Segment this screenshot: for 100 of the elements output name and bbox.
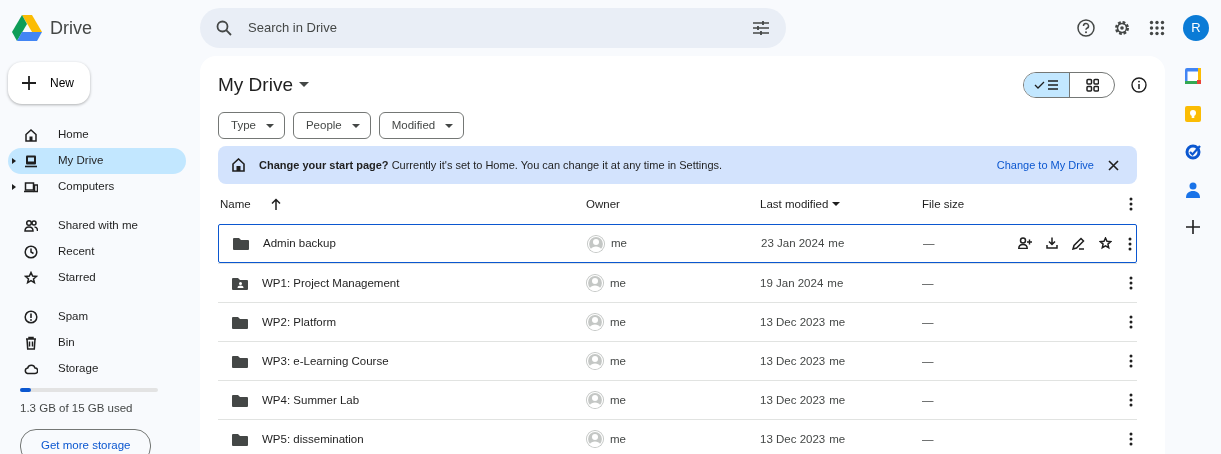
filter-dropdown[interactable]: People <box>292 112 371 140</box>
sidebar-item[interactable]: Bin <box>8 330 186 356</box>
modified-date: 13 Dec 2023 <box>760 314 826 330</box>
folder-icon <box>232 432 248 446</box>
page-title[interactable]: My Drive <box>218 70 293 100</box>
file-name: WP2: Platform <box>262 314 337 330</box>
banner-message: Change your start page? Currently it's set to Home. You can change it at any time in Settings. <box>259 158 723 173</box>
folder-icon <box>232 393 248 407</box>
file-name: WP1: Project Management <box>262 275 400 291</box>
file-size: — <box>922 432 934 445</box>
owner-name: me <box>610 275 626 291</box>
more-options-icon[interactable] <box>1129 354 1133 369</box>
filter-dropdown[interactable]: Type <box>218 112 285 140</box>
modified-by: me <box>829 392 846 408</box>
file-row[interactable]: WP2: Platform me 13 Dec 2023 me — <box>218 302 1137 342</box>
list-view-toggle[interactable] <box>1024 73 1069 97</box>
change-link[interactable]: Change to My Drive <box>996 157 1094 174</box>
file-row[interactable]: WP1: Project Management me 19 Jan 2024 me — <box>218 263 1137 303</box>
caret-icon[interactable] <box>265 123 274 128</box>
person-icon[interactable] <box>1186 182 1200 198</box>
sidebar-item[interactable]: Shared with me <box>8 213 186 239</box>
storage-usage: 1.3 GB of 15 GB used <box>19 401 134 416</box>
search-bar[interactable]: Search in Drive <box>200 8 786 48</box>
more-options-icon[interactable] <box>1129 315 1133 330</box>
pencil-icon[interactable] <box>1072 237 1085 251</box>
calendar-icon[interactable] <box>1185 68 1201 84</box>
column-header[interactable]: Owner <box>586 195 620 213</box>
user-avatar-icon <box>586 313 604 332</box>
folder-icon <box>232 354 248 368</box>
sidebar-item[interactable]: Spam <box>8 304 186 330</box>
computer-icon <box>24 180 38 194</box>
trash-icon <box>24 336 38 350</box>
download-icon[interactable] <box>1046 237 1058 250</box>
sidebar-item[interactable]: My Drive <box>8 148 186 174</box>
star-icon[interactable] <box>1099 237 1112 251</box>
more-options-icon[interactable] <box>1129 276 1133 291</box>
file-row[interactable]: WP5: dissemination me 13 Dec 2023 me — <box>218 419 1137 454</box>
file-size: — <box>922 315 934 328</box>
more-options-icon[interactable] <box>1129 197 1133 212</box>
modified-date: 13 Dec 2023 <box>760 353 826 369</box>
modified-by: me <box>827 275 844 291</box>
filter-sliders-icon[interactable] <box>752 20 770 36</box>
column-header[interactable]: File size <box>922 195 965 213</box>
file-size: — <box>922 393 934 406</box>
sort-up-arrow-icon[interactable] <box>270 198 281 211</box>
more-options-icon[interactable] <box>1128 236 1132 251</box>
sort-caret-icon[interactable] <box>832 202 841 207</box>
sidebar-item[interactable]: Home <box>8 122 186 148</box>
column-header[interactable]: Last modified <box>760 195 829 213</box>
more-options-icon[interactable] <box>1129 432 1133 447</box>
close-icon[interactable] <box>1108 159 1119 171</box>
check-list-icon[interactable] <box>1033 78 1060 92</box>
expand-arrow-icon[interactable] <box>12 158 16 165</box>
plus-icon[interactable] <box>22 76 36 90</box>
app-title: Drive <box>50 16 92 40</box>
sidebar-item[interactable]: Computers <box>8 174 186 200</box>
settings-icon[interactable] <box>1113 19 1131 37</box>
file-name: WP5: dissemination <box>262 431 364 447</box>
user-avatar-icon <box>587 234 605 253</box>
caret-icon[interactable] <box>445 123 454 128</box>
search-field[interactable]: Search in Drive <box>246 17 738 39</box>
more-options-icon[interactable] <box>1129 393 1133 408</box>
sidebar-item[interactable]: Starred <box>8 265 186 291</box>
owner-name: me <box>610 314 626 330</box>
modified-by: me <box>828 236 845 252</box>
check-circle-icon[interactable] <box>1185 144 1201 160</box>
user-avatar-icon <box>586 391 604 410</box>
filter-dropdown[interactable]: Modified <box>378 112 465 140</box>
modified-by: me <box>829 353 846 369</box>
file-size: — <box>923 237 935 250</box>
sidebar-item[interactable]: Recent <box>8 239 186 265</box>
search-icon[interactable] <box>216 20 232 36</box>
column-header[interactable]: Name <box>220 195 251 213</box>
owner-name: me <box>610 392 626 408</box>
file-name: WP3: e-Learning Course <box>262 353 389 369</box>
account-avatar[interactable]: R <box>1183 15 1209 41</box>
info-icon[interactable] <box>1131 77 1147 93</box>
modified-by: me <box>829 314 846 330</box>
file-row[interactable]: WP4: Summer Lab me 13 Dec 2023 me — <box>218 380 1137 420</box>
caret-icon[interactable] <box>298 82 309 88</box>
file-name: WP4: Summer Lab <box>262 392 360 408</box>
home-icon <box>24 128 38 142</box>
expand-arrow-icon[interactable] <box>12 184 16 191</box>
apps-grid-icon[interactable] <box>1149 20 1165 36</box>
folder-icon <box>233 237 249 251</box>
cloud-icon <box>24 362 38 376</box>
user-avatar-icon <box>586 352 604 371</box>
sidebar-item[interactable]: Storage <box>8 356 186 382</box>
plus-icon[interactable] <box>1186 220 1200 234</box>
help-icon[interactable] <box>1077 19 1095 37</box>
file-row[interactable]: Admin backup me 23 Jan 2024 me — <box>218 224 1137 264</box>
owner-name: me <box>610 431 626 447</box>
caret-icon[interactable] <box>351 123 360 128</box>
grid-icon[interactable] <box>1085 78 1099 92</box>
modified-date: 19 Jan 2024 <box>760 275 824 291</box>
owner-name: me <box>610 353 626 369</box>
file-row[interactable]: WP3: e-Learning Course me 13 Dec 2023 me — <box>218 341 1137 381</box>
new-button[interactable]: New <box>8 62 90 104</box>
get-storage-button[interactable]: Get more storage <box>20 429 152 454</box>
add-person-icon[interactable] <box>1018 237 1032 250</box>
